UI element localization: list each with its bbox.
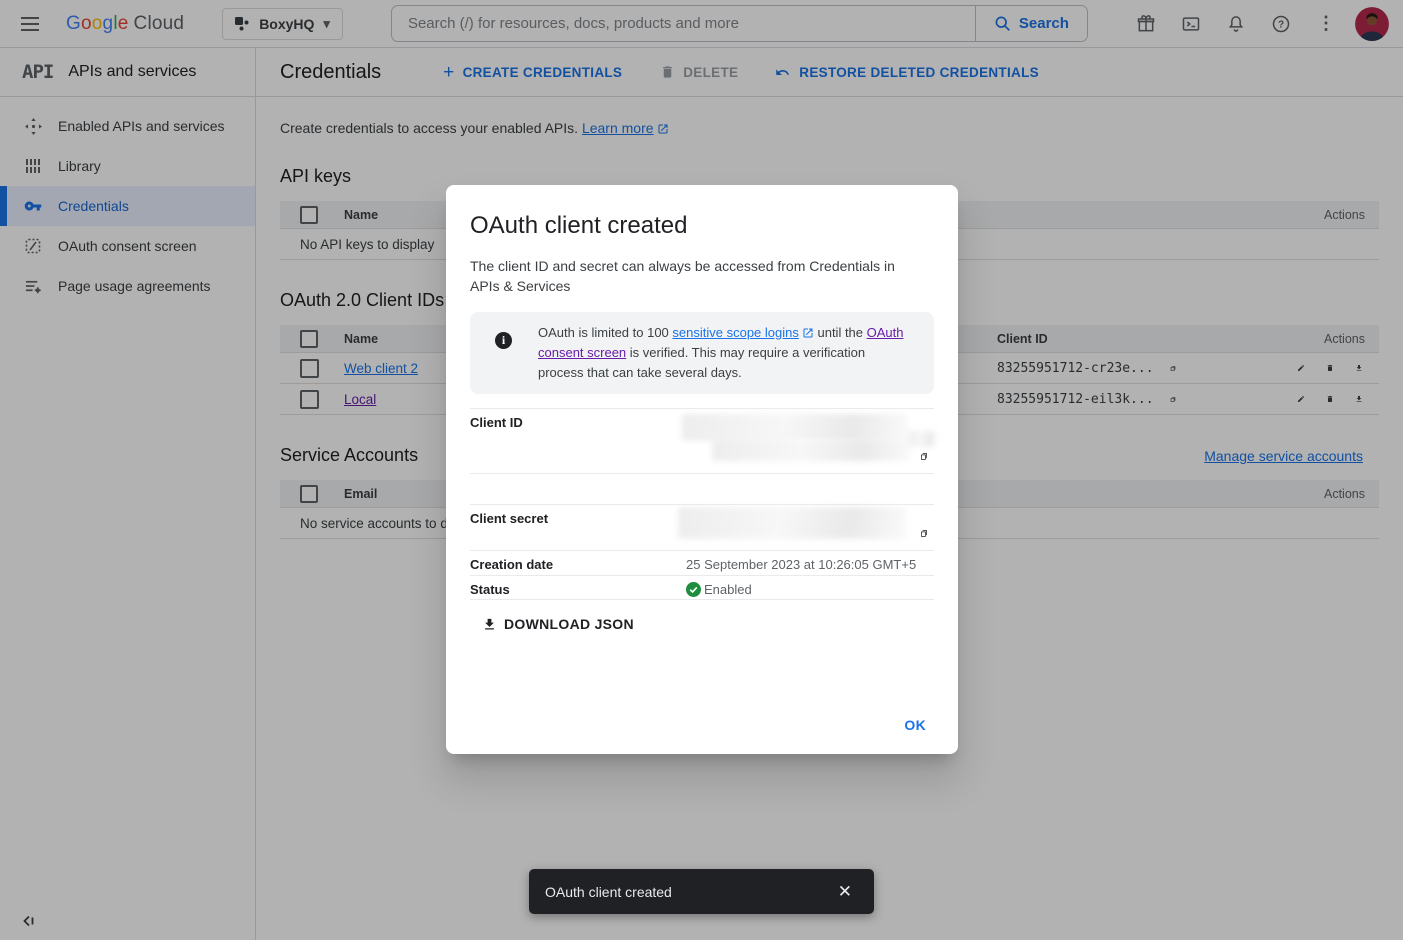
notice-mid: until the	[814, 325, 867, 340]
download-json-button[interactable]: DOWNLOAD JSON	[482, 616, 634, 632]
copy-client-id-icon[interactable]	[914, 446, 934, 466]
screen: Google Cloud BoxyHQ ▾ Search	[0, 0, 1403, 940]
creation-date-label: Creation date	[470, 551, 686, 575]
redacted-blob	[712, 439, 910, 461]
notice-pre: OAuth is limited to 100	[538, 325, 672, 340]
status-label: Status	[470, 576, 686, 599]
redacted-blob	[908, 431, 936, 447]
client-secret-value-redacted	[686, 505, 914, 550]
sensitive-scope-logins-link[interactable]: sensitive scope logins	[672, 325, 798, 340]
client-secret-row: Client secret	[470, 504, 934, 550]
dialog-subtitle: The client ID and secret can always be a…	[470, 256, 910, 296]
toast-close-icon[interactable]: ✕	[832, 881, 858, 903]
oauth-client-created-dialog: OAuth client created The client ID and s…	[446, 185, 958, 754]
check-circle-icon	[686, 582, 701, 597]
creation-date-row: Creation date 25 September 2023 at 10:26…	[470, 550, 934, 575]
client-secret-label: Client secret	[470, 505, 686, 550]
info-icon: i	[495, 332, 512, 349]
client-id-label: Client ID	[470, 409, 686, 473]
toast: OAuth client created ✕	[529, 869, 874, 914]
redacted-blob	[678, 507, 906, 539]
download-icon	[482, 617, 497, 632]
dialog-title: OAuth client created	[470, 212, 934, 240]
creation-date-value: 25 September 2023 at 10:26:05 GMT+5	[686, 551, 934, 575]
external-link-icon	[802, 327, 814, 339]
spacer-row	[470, 473, 934, 504]
status-text: Enabled	[704, 582, 752, 597]
client-id-value-redacted	[686, 409, 914, 473]
copy-client-secret-icon[interactable]	[914, 523, 934, 543]
toast-message: OAuth client created	[545, 884, 672, 900]
ok-button[interactable]: OK	[898, 716, 932, 734]
status-row: Status Enabled	[470, 575, 934, 600]
download-json-label: DOWNLOAD JSON	[504, 616, 634, 632]
oauth-limit-notice: i OAuth is limited to 100 sensitive scop…	[470, 312, 934, 394]
status-value: Enabled	[686, 576, 934, 599]
client-id-row: Client ID	[470, 408, 934, 473]
redacted-blob	[682, 414, 908, 441]
dialog-fields: Client ID Client secret Creation date 25…	[470, 408, 934, 600]
notice-text: OAuth is limited to 100 sensitive scope …	[538, 323, 914, 383]
